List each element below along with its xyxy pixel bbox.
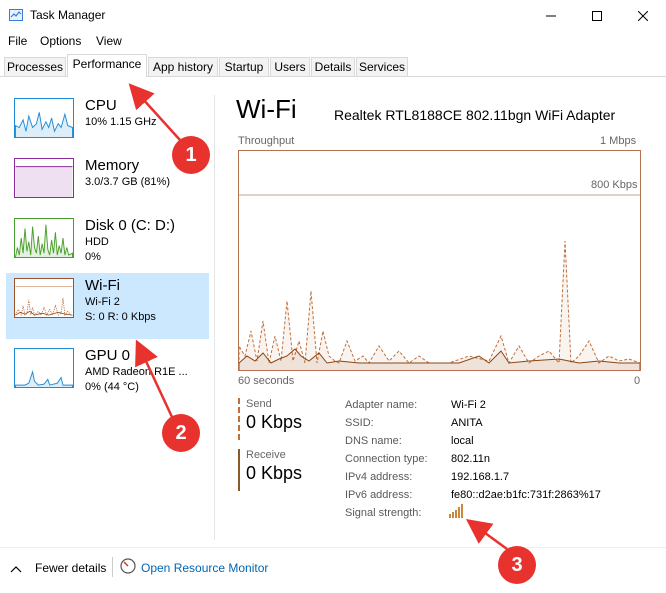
sidebar-item-subtitle: Wi-Fi 2 <box>85 296 120 308</box>
property-value: local <box>451 435 474 447</box>
tab-app-history[interactable]: App history <box>148 57 218 76</box>
annotation-badge-3: 3 <box>498 546 536 584</box>
footer: Fewer details Open Resource Monitor <box>0 547 666 593</box>
tab-users[interactable]: Users <box>270 57 310 76</box>
property-label: Connection type: <box>345 453 428 465</box>
graph-x-end-label: 0 <box>634 375 641 387</box>
gpu-thumbnail-graph <box>14 348 74 388</box>
graph-x-start-label: 60 seconds <box>238 375 295 387</box>
fewer-details-link[interactable]: Fewer details <box>35 561 106 575</box>
disk-thumbnail-graph <box>14 218 74 258</box>
receive-label: Receive <box>246 449 286 461</box>
cpu-thumbnail-graph <box>14 98 74 138</box>
task-manager-icon <box>9 9 23 21</box>
property-value: fe80::d2ae:b1fc:731f:2863%17 <box>451 489 601 501</box>
sidebar-item-title: Memory <box>85 157 140 174</box>
close-button[interactable] <box>620 0 666 32</box>
send-value: 0 Kbps <box>246 412 303 432</box>
property-label: SSID: <box>345 417 374 429</box>
sidebar-item-title: CPU <box>85 97 117 114</box>
graph-label-max: 1 Mbps <box>600 135 637 147</box>
tab-performance[interactable]: Performance <box>67 54 147 77</box>
sidebar-item-detail: 0% <box>85 251 101 263</box>
signal-strength-icon <box>449 504 463 518</box>
sidebar-item-subtitle: 10% 1.15 GHz <box>85 116 157 128</box>
sidebar-item-title: Wi-Fi <box>85 277 120 294</box>
memory-thumbnail-graph <box>14 158 74 198</box>
tab-details[interactable]: Details <box>311 57 355 76</box>
send-stat: Send 0 Kbps <box>238 398 302 440</box>
tab-bar: Processes Performance App history Startu… <box>0 54 666 77</box>
performance-panel: CPU 10% 1.15 GHz Memory 3.0/3.7 GB (81%)… <box>0 77 666 547</box>
menu-bar: File Options View <box>0 32 666 52</box>
property-label: IPv6 address: <box>345 489 413 501</box>
graph-threshold-label: 800 Kbps <box>589 179 640 191</box>
chevron-up-icon <box>10 565 22 573</box>
throughput-graph <box>238 150 641 371</box>
menu-view[interactable]: View <box>96 34 122 48</box>
property-label: DNS name: <box>345 435 402 447</box>
tab-startup[interactable]: Startup <box>219 57 269 76</box>
annotation-badge-1: 1 <box>172 136 210 174</box>
resource-monitor-icon <box>120 558 136 574</box>
property-value: ANITA <box>451 417 483 429</box>
sidebar-item-subtitle: 3.0/3.7 GB (81%) <box>85 176 170 188</box>
sidebar-item-subtitle: AMD Radeon R1E ... <box>85 366 188 378</box>
footer-divider <box>0 547 666 548</box>
page-title: Wi-Fi <box>236 94 297 124</box>
sidebar-item-detail: S: 0 R: 0 Kbps <box>85 311 156 323</box>
menu-options[interactable]: Options <box>40 34 81 48</box>
window-title: Task Manager <box>30 8 106 22</box>
close-icon <box>638 11 648 21</box>
property-label: Adapter name: <box>345 399 418 411</box>
tab-services[interactable]: Services <box>356 57 408 76</box>
property-value: 802.11n <box>451 453 490 465</box>
property-label: IPv4 address: <box>345 471 413 483</box>
sidebar-item-title: Disk 0 (C: D:) <box>85 217 175 234</box>
receive-stat: Receive 0 Kbps <box>238 449 302 491</box>
minimize-icon <box>546 15 556 17</box>
send-label: Send <box>246 398 272 410</box>
sidebar-item-wifi[interactable]: Wi-Fi Wi-Fi 2 S: 0 R: 0 Kbps <box>6 273 209 339</box>
sidebar-item-gpu[interactable]: GPU 0 AMD Radeon R1E ... 0% (44 °C) <box>6 343 209 409</box>
maximize-button[interactable] <box>574 0 620 32</box>
open-resource-monitor-link[interactable]: Open Resource Monitor <box>141 561 268 575</box>
minimize-button[interactable] <box>528 0 574 32</box>
sidebar-item-subtitle: HDD <box>85 236 109 248</box>
menu-file[interactable]: File <box>8 34 27 48</box>
tab-processes[interactable]: Processes <box>4 57 66 76</box>
wifi-thumbnail-graph <box>14 278 74 318</box>
annotation-badge-2: 2 <box>162 414 200 452</box>
title-bar: Task Manager <box>0 0 666 32</box>
property-value: Wi-Fi 2 <box>451 399 486 411</box>
property-label: Signal strength: <box>345 507 422 519</box>
sidebar-item-title: GPU 0 <box>85 347 131 364</box>
sidebar-item-detail: 0% (44 °C) <box>85 381 139 393</box>
graph-label-throughput: Throughput <box>238 135 295 147</box>
property-value: 192.168.1.7 <box>451 471 510 483</box>
adapter-name: Realtek RTL8188CE 802.11bgn WiFi Adapter <box>334 107 616 123</box>
receive-value: 0 Kbps <box>246 463 303 483</box>
sidebar-item-disk[interactable]: Disk 0 (C: D:) HDD 0% <box>6 213 209 279</box>
footer-separator <box>112 557 113 577</box>
maximize-icon <box>592 11 602 21</box>
sidebar-divider <box>214 95 215 540</box>
fewer-details-button[interactable] <box>10 561 22 575</box>
throughput-chart <box>239 194 640 370</box>
